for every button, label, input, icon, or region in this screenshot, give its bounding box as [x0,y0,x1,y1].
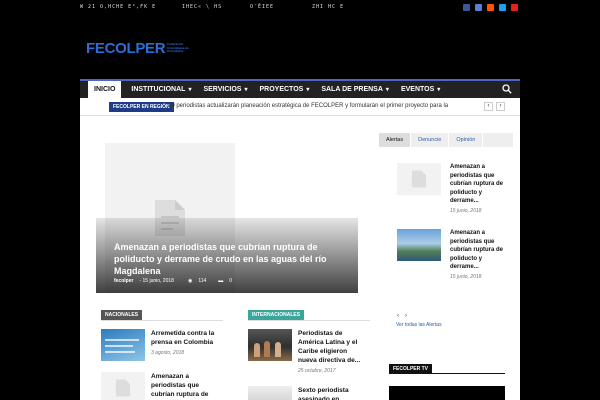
document-icon [115,379,131,397]
alerts-pager: ‹ › [397,313,407,319]
logo-wordmark: FECOLPER [86,40,166,57]
site-logo[interactable]: FECOLPER Federación Colombiana de Period… [86,40,191,57]
nav-label: INICIO [94,86,116,93]
document-icon [411,170,427,188]
section-divider [248,320,370,321]
logo-subtitle: Federación Colombiana de Periodistas [167,42,189,54]
nav-label: INSTITUCIONAL [131,86,186,93]
featured-article[interactable] [96,143,358,293]
article-thumbnail [397,163,441,195]
main-navigation: INICIO INSTITUCIONAL ▾ SERVICIOS ▾ PROYECT… [80,79,520,98]
alerts-widget: Alertas Denuncie Opinión Amenazan a peri… [379,133,513,319]
social-links [463,4,518,11]
article-date: 3 agosto, 2018 [151,350,185,356]
top-bar-text: O¯ÊIEE [250,4,275,10]
nav-label: EVENTOS [400,86,435,93]
article-date: 25 octubre, 2017 [298,368,336,374]
article-title[interactable]: Arremetida contra la prensa en Colombia [151,329,217,347]
ticker-headline[interactable]: 20 periodistas actualizarán planeación e… [168,103,448,109]
alerts-tabs: Alertas Denuncie Opinión [379,133,513,147]
top-bar-text: ZHI HC E [312,4,345,10]
top-bar: W 21 O,HCHE E²,FK E IHEC« \ HS O¯ÊIEE ZH… [0,0,600,18]
article-thumbnail [101,372,145,400]
list-item[interactable]: Amenazan a periodistas que cubrían ruptu… [101,372,217,400]
video-player[interactable] [389,386,505,400]
tab-alertas[interactable]: Alertas [379,133,412,147]
ticker-prev-button[interactable]: ‹ [484,102,493,111]
section-badge-internacionales[interactable]: INTERNACIONALES [248,310,305,320]
section-divider [389,373,505,374]
article-title[interactable]: Amenazan a periodistas que cubrían ruptu… [151,372,217,400]
soundcloud-icon[interactable] [487,4,494,11]
section-badge-nacionales[interactable]: NACIONALES [101,310,143,320]
twitter-icon[interactable] [499,4,506,11]
chevron-down-icon: ▾ [385,87,389,93]
main-content: Amenazan a periodistas que cubrían ruptu… [80,116,520,400]
alerts-prev-button[interactable]: ‹ [397,313,399,319]
featured-overlay [96,218,358,293]
article-thumbnail [101,329,145,361]
article-date: 15 junio, 2018 [450,207,482,214]
ticker-next-button[interactable]: › [496,102,505,111]
nav-item-servicios[interactable]: SERVICIOS ▾ [197,81,253,98]
nav-label: SERVICIOS [203,86,242,93]
chevron-down-icon: ▾ [188,87,192,93]
nav-label: PROYECTOS [259,86,304,93]
list-item[interactable]: Arremetida contra la prensa en Colombia … [101,329,217,361]
view-all-alerts-link[interactable]: Ver todas las Alertas [396,322,442,328]
youtube-icon[interactable] [511,4,518,11]
tab-denuncie[interactable]: Denuncie [411,133,450,147]
article-title[interactable]: Amenazan a periodistas que cubrían ruptu… [450,163,506,206]
list-item[interactable]: Sexto periodista asesinado en [248,386,364,400]
chevron-down-icon: ▾ [437,87,441,93]
nav-item-proyectos[interactable]: PROYECTOS ▾ [253,81,315,98]
list-item[interactable]: Periodistas de América Latina y el Carib… [248,329,364,374]
alerts-next-button[interactable]: › [405,313,407,319]
nav-item-institucional[interactable]: INSTITUCIONAL ▾ [125,81,197,98]
article-thumbnail [248,386,292,400]
article-thumbnail [397,229,441,261]
article-thumbnail [248,329,292,361]
top-bar-text: W 21 O,HCHE E²,FK E [80,4,157,10]
nav-label: SALA DE PRENSA [321,86,383,93]
chevron-down-icon: ▾ [306,87,310,93]
section-divider [101,320,223,321]
ticker-badge: FECOLPER EN REGIÓN [109,102,174,112]
top-bar-text: IHEC« \ HS [182,4,223,10]
article-title[interactable]: Amenazan a periodistas que cubrían ruptu… [450,229,506,272]
news-ticker: FECOLPER EN REGIÓN 20 periodistas actual… [80,98,520,116]
search-icon[interactable] [502,84,512,94]
nav-item-eventos[interactable]: EVENTOS ▾ [395,81,446,98]
article-title[interactable]: Sexto periodista asesinado en [298,386,364,400]
article-date: 15 junio, 2018 [450,273,482,280]
chevron-down-icon: ▾ [244,87,248,93]
nav-item-sala-de-prensa[interactable]: SALA DE PRENSA ▾ [315,81,395,98]
list-item[interactable]: Amenazan a periodistas que cubrían ruptu… [397,229,513,280]
tab-opinion[interactable]: Opinión [449,133,484,147]
list-item[interactable]: Amenazan a periodistas que cubrían ruptu… [397,163,513,214]
nav-item-inicio[interactable]: INICIO [88,81,122,98]
article-title[interactable]: Periodistas de América Latina y el Carib… [298,329,364,365]
facebook-icon[interactable] [463,4,470,11]
instagram-icon[interactable] [475,4,482,11]
